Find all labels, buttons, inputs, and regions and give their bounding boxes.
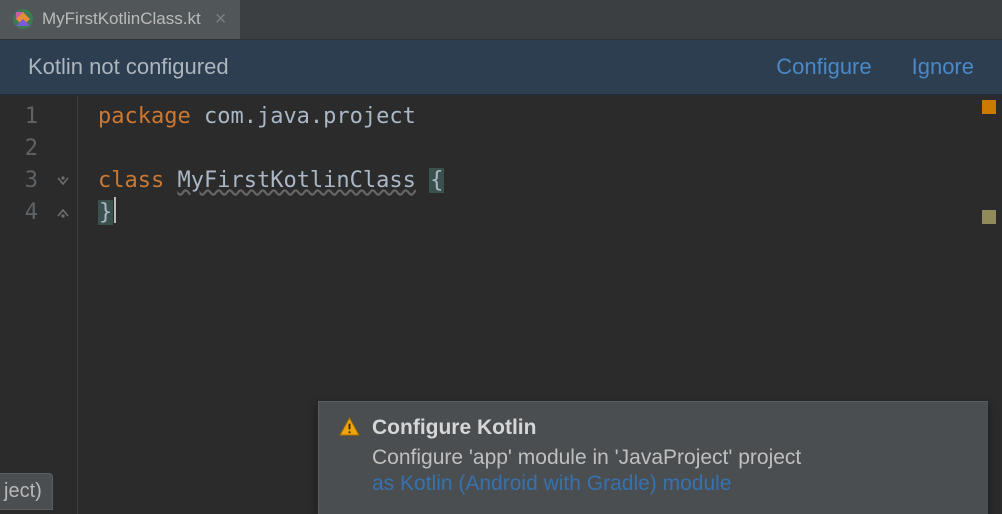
intention-action-link[interactable]: as Kotlin (Android with Gradle) module xyxy=(372,472,968,496)
line-number-gutter: 1 2 3 4 xyxy=(0,95,48,514)
inspection-stripe[interactable] xyxy=(982,100,996,118)
caret-icon xyxy=(114,197,116,223)
close-icon[interactable]: × xyxy=(215,9,227,29)
line-number: 2 xyxy=(0,133,48,165)
code-line: package com.java.project xyxy=(98,101,1002,133)
line-number: 4 xyxy=(0,197,48,229)
fold-gutter xyxy=(48,95,78,514)
code-line xyxy=(98,133,1002,165)
warning-icon xyxy=(339,416,360,440)
line-number: 3 xyxy=(0,165,48,197)
kotlin-file-icon xyxy=(12,8,34,30)
code-line: } xyxy=(98,197,1002,229)
intention-popup[interactable]: Configure Kotlin Configure 'app' module … xyxy=(318,401,988,514)
ignore-link[interactable]: Ignore xyxy=(912,54,974,80)
truncated-panel: ject) xyxy=(0,473,53,510)
fold-toggle-end-icon[interactable] xyxy=(48,197,77,229)
code-line: class MyFirstKotlinClass { xyxy=(98,165,1002,197)
notification-bar: Kotlin not configured Configure Ignore xyxy=(0,40,1002,95)
tab-filename: MyFirstKotlinClass.kt xyxy=(42,9,201,29)
configure-link[interactable]: Configure xyxy=(776,54,871,80)
warning-marker-icon[interactable] xyxy=(982,100,996,114)
intention-description: Configure 'app' module in 'JavaProject' … xyxy=(372,446,968,470)
weak-warning-marker-icon[interactable] xyxy=(982,210,996,224)
file-tab[interactable]: MyFirstKotlinClass.kt × xyxy=(0,0,240,39)
fold-toggle-start-icon[interactable] xyxy=(48,165,77,197)
notification-message: Kotlin not configured xyxy=(28,54,736,80)
truncated-panel-label: ject) xyxy=(4,480,42,502)
tab-bar: MyFirstKotlinClass.kt × xyxy=(0,0,1002,40)
intention-title: Configure Kotlin xyxy=(372,416,536,440)
line-number: 1 xyxy=(0,101,48,133)
